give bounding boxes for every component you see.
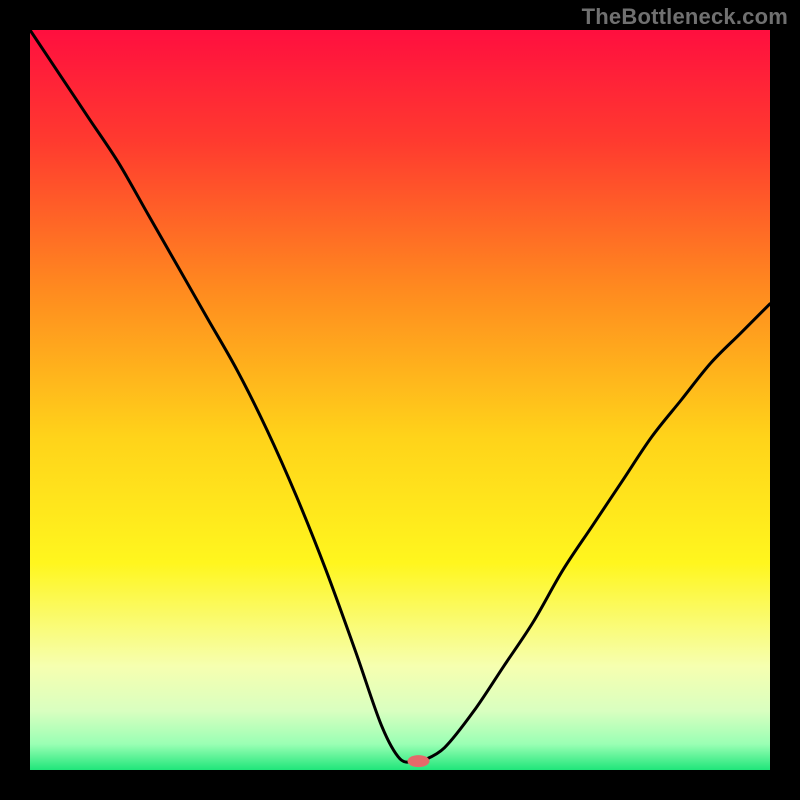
plot-background xyxy=(30,30,770,770)
watermark-text: TheBottleneck.com xyxy=(582,4,788,30)
bottleneck-chart xyxy=(0,0,800,800)
chart-frame: TheBottleneck.com xyxy=(0,0,800,800)
optimal-marker xyxy=(408,755,430,767)
